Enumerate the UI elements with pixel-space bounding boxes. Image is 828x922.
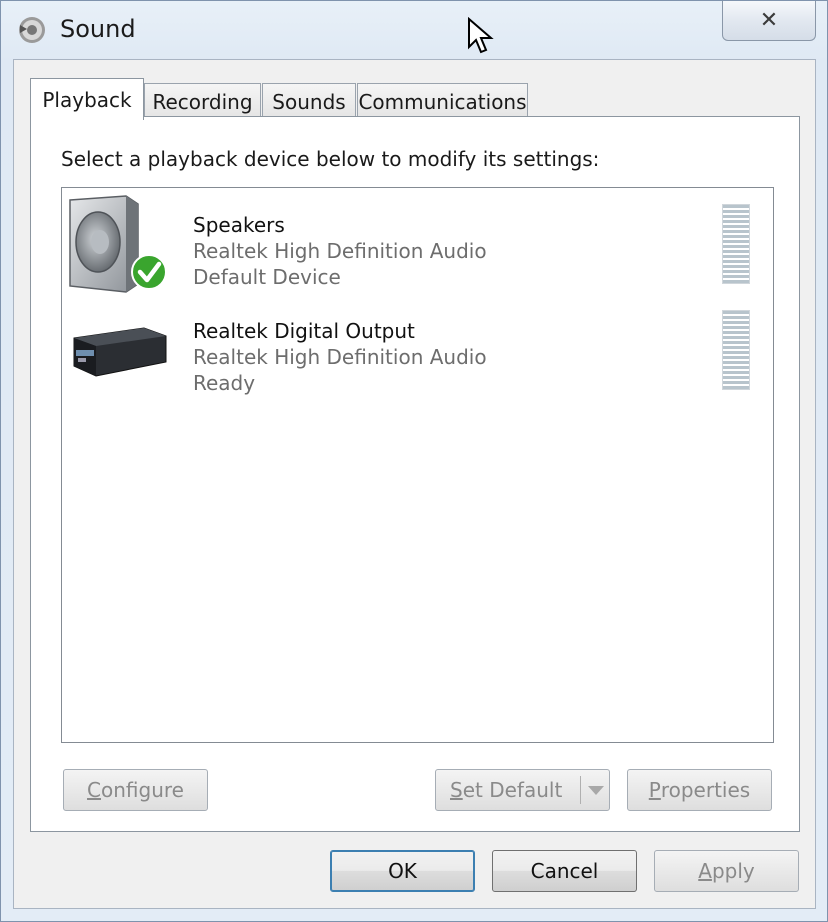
title-bar[interactable]: Sound ✕ [1, 1, 827, 59]
tab-recording[interactable]: Recording [144, 83, 261, 119]
close-button[interactable]: ✕ [722, 1, 816, 41]
device-info: Speakers Realtek High Definition Audio D… [193, 212, 487, 290]
default-device-check-icon [131, 254, 167, 290]
instruction-text: Select a playback device below to modify… [61, 147, 600, 171]
cancel-button[interactable]: Cancel [492, 850, 637, 892]
device-item-speakers[interactable]: Speakers Realtek High Definition Audio D… [62, 194, 773, 300]
set-default-split-button[interactable]: Set Default [435, 769, 610, 811]
sound-dialog-window: Sound ✕ Playback Recording Sounds Commun… [0, 0, 828, 922]
window-title: Sound [60, 15, 136, 43]
dropdown-arrow-icon[interactable] [586, 784, 606, 796]
close-icon: ✕ [759, 8, 779, 33]
tab-sounds[interactable]: Sounds [262, 83, 356, 119]
tab-communications[interactable]: Communications [357, 83, 528, 119]
digital-output-icon [73, 327, 167, 377]
apply-button[interactable]: Apply [654, 850, 799, 892]
device-status: Ready [193, 371, 256, 395]
speaker-icon [69, 195, 167, 293]
ok-button[interactable]: OK [330, 850, 475, 892]
device-driver: Realtek High Definition Audio [193, 239, 487, 263]
device-info: Realtek Digital Output Realtek High Defi… [193, 318, 487, 396]
mouse-pointer-icon [468, 17, 494, 54]
device-status: Default Device [193, 265, 341, 289]
device-item-digital-output[interactable]: Realtek Digital Output Realtek High Defi… [62, 300, 773, 406]
properties-button[interactable]: Properties [627, 769, 772, 811]
playback-tab-panel: Select a playback device below to modify… [30, 116, 800, 832]
volume-level-meter [722, 310, 750, 390]
dialog-client-area: Playback Recording Sounds Communications… [13, 59, 816, 909]
tab-playback[interactable]: Playback [30, 78, 144, 120]
playback-device-list[interactable]: Speakers Realtek High Definition Audio D… [61, 187, 774, 743]
device-driver: Realtek High Definition Audio [193, 345, 487, 369]
sound-app-icon [19, 17, 45, 43]
device-name: Speakers [193, 213, 285, 237]
configure-button[interactable]: Configure [63, 769, 208, 811]
split-divider [580, 776, 581, 804]
volume-level-meter [722, 204, 750, 284]
device-name: Realtek Digital Output [193, 319, 415, 343]
